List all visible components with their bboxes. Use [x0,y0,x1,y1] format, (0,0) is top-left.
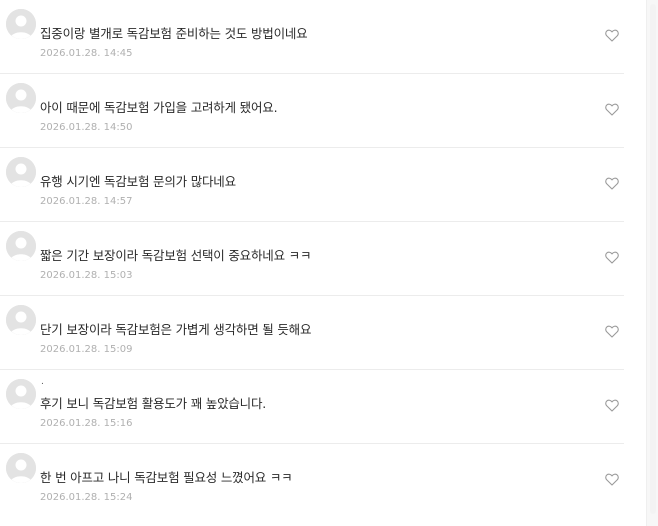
comment-item: 유행 시기엔 독감보험 문의가 많다네요 2026.01.28. 14:57 [0,148,624,222]
comment-text: 집중이랑 별개로 독감보험 준비하는 것도 방법이네요 [40,26,308,41]
heart-outline-icon[interactable] [605,399,619,412]
comment-text: 아이 때문에 독감보험 가입을 고려하게 됐어요. [40,100,278,115]
default-profile-icon[interactable] [6,83,36,113]
comment-item: 집중이랑 별개로 독감보험 준비하는 것도 방법이네요 2026.01.28. … [0,0,624,74]
comment-text: 짧은 기간 보장이라 독감보험 선택이 중요하네요 ㅋㅋ [40,248,312,263]
heart-outline-icon[interactable] [605,29,619,42]
default-profile-icon[interactable] [6,157,36,187]
comment-text: 단기 보장이라 독감보험은 가볍게 생각하면 될 듯해요 [40,322,312,337]
comment-text: 후기 보니 독감보험 활용도가 꽤 높았습니다. [40,396,267,411]
comment-date: 2026.01.28. 15:09 [40,344,133,355]
comment-date: 2026.01.28. 15:03 [40,270,133,281]
default-profile-icon[interactable] [6,305,36,335]
comment-date: 2026.01.28. 14:45 [40,48,133,59]
comment-date: 2026.01.28. 14:50 [40,122,133,133]
comment-date: 2026.01.28. 15:16 [40,418,133,429]
default-profile-icon[interactable] [6,453,36,483]
comment-item: 아이 때문에 독감보험 가입을 고려하게 됐어요. 2026.01.28. 14… [0,74,624,148]
default-profile-icon[interactable] [6,379,36,409]
heart-outline-icon[interactable] [605,177,619,190]
comment-item: 단기 보장이라 독감보험은 가볍게 생각하면 될 듯해요 2026.01.28.… [0,296,624,370]
comment-date: 2026.01.28. 15:24 [40,492,133,503]
heart-outline-icon[interactable] [605,325,619,338]
default-profile-icon[interactable] [6,9,36,39]
comment-text: 한 번 아프고 나니 독감보험 필요성 느꼈어요 ㅋㅋ [40,470,293,485]
comment-date: 2026.01.28. 14:57 [40,196,133,207]
scrollbar-thumb[interactable] [650,4,656,514]
comment-item: 한 번 아프고 나니 독감보험 필요성 느꼈어요 ㅋㅋ 2026.01.28. … [0,444,624,518]
heart-outline-icon[interactable] [605,473,619,486]
comment-text: 유행 시기엔 독감보험 문의가 많다네요 [40,174,236,189]
heart-outline-icon[interactable] [605,103,619,116]
comment-marker: . [41,377,44,387]
heart-outline-icon[interactable] [605,251,619,264]
comment-item: . 후기 보니 독감보험 활용도가 꽤 높았습니다. 2026.01.28. 1… [0,370,624,444]
default-profile-icon[interactable] [6,231,36,261]
comment-item: 짧은 기간 보장이라 독감보험 선택이 중요하네요 ㅋㅋ 2026.01.28.… [0,222,624,296]
comment-list: 집중이랑 별개로 독감보험 준비하는 것도 방법이네요 2026.01.28. … [0,0,624,518]
vertical-scrollbar[interactable] [646,0,658,526]
